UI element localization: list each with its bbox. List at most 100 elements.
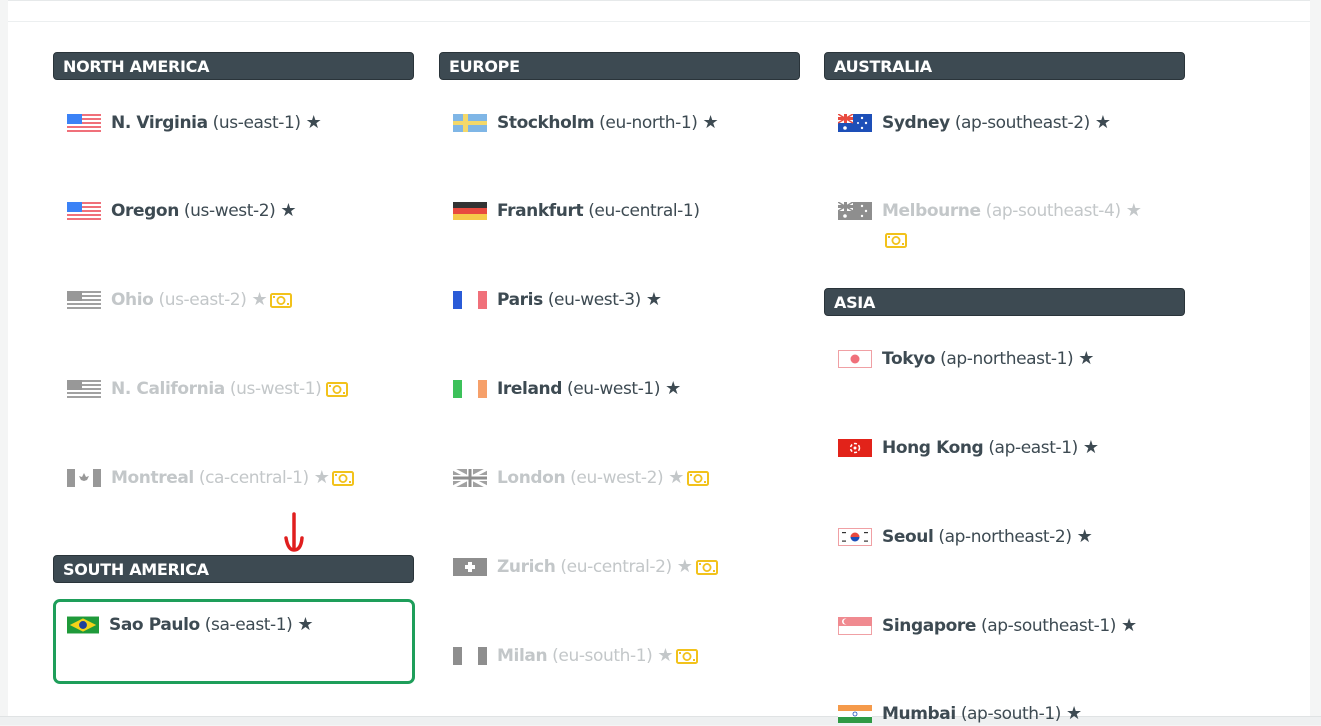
us-flag-icon	[67, 380, 101, 398]
money-icon	[326, 381, 349, 397]
star-icon: ★	[305, 112, 322, 133]
region-stockholm[interactable]: Stockholm (eu-north-1) ★	[453, 111, 721, 135]
down-arrow-annotation	[284, 512, 304, 552]
region-ohio[interactable]: Ohio (us-east-2) ★	[67, 288, 293, 312]
region-name: Milan	[497, 646, 548, 666]
region-name: Frankfurt	[497, 201, 584, 221]
region-name: Oregon	[111, 201, 179, 221]
region-london[interactable]: London (eu-west-2) ★	[453, 466, 709, 490]
section-header-north-america: NORTH AMERICA	[53, 52, 414, 80]
star-icon: ★	[1078, 348, 1095, 369]
region-n-virginia[interactable]: N. Virginia (us-east-1) ★	[67, 111, 324, 135]
region-code: (eu-central-1)	[588, 201, 700, 221]
star-icon: ★	[668, 467, 684, 488]
star-icon: ★	[1125, 200, 1142, 221]
region-code: (eu-west-1)	[567, 379, 661, 399]
region-code: (ap-southeast-1)	[980, 616, 1117, 636]
region-n-california[interactable]: N. California (us-west-1)	[67, 377, 349, 401]
star-icon: ★	[645, 289, 662, 310]
section-header-europe: EUROPE	[439, 52, 800, 80]
region-code: (sa-east-1)	[204, 615, 293, 635]
region-name: Paris	[497, 290, 543, 310]
region-sao-paulo[interactable]: Sao Paulo (sa-east-1) ★	[67, 613, 316, 637]
star-icon: ★	[313, 467, 330, 488]
region-mumbai[interactable]: Mumbai (ap-south-1) ★	[838, 702, 1085, 726]
region-code: (ap-southeast-4)	[985, 201, 1121, 221]
australia-flag-icon	[838, 114, 872, 132]
south-korea-flag-icon	[838, 528, 872, 546]
germany-flag-icon	[453, 202, 487, 220]
region-code: (us-west-1)	[229, 379, 322, 399]
singapore-flag-icon	[838, 617, 872, 635]
region-melbourne[interactable]: Melbourne (ap-southeast-4) ★	[838, 199, 1144, 223]
region-code: (us-east-2)	[158, 290, 247, 310]
region-name: Hong Kong	[882, 438, 984, 458]
region-name: Mumbai	[882, 704, 956, 724]
us-flag-icon	[67, 202, 101, 220]
region-seoul[interactable]: Seoul (ap-northeast-2) ★	[838, 525, 1095, 549]
india-flag-icon	[838, 705, 872, 723]
region-name: Melbourne	[882, 201, 981, 221]
region-code: (ap-southeast-2)	[954, 113, 1090, 133]
region-hong-kong[interactable]: Hong Kong (ap-east-1) ★	[838, 436, 1102, 460]
region-zurich[interactable]: Zurich (eu-central-2) ★	[453, 555, 718, 579]
region-tokyo[interactable]: Tokyo (ap-northeast-1) ★	[838, 347, 1097, 371]
region-code: (eu-west-2)	[570, 468, 664, 488]
region-code: (ap-south-1)	[960, 704, 1062, 724]
us-flag-icon	[67, 114, 101, 132]
star-icon: ★	[665, 378, 681, 399]
star-icon: ★	[1082, 437, 1099, 458]
section-header-south-america: SOUTH AMERICA	[53, 555, 414, 583]
money-icon	[885, 233, 907, 248]
region-montreal[interactable]: Montreal (ca-central-1) ★	[67, 466, 355, 490]
region-code: (us-west-2)	[183, 201, 276, 221]
region-name: Zurich	[497, 557, 556, 577]
star-icon: ★	[1066, 703, 1082, 724]
france-flag-icon	[453, 291, 487, 309]
money-icon	[332, 470, 355, 486]
region-code: (ap-northeast-1)	[940, 349, 1074, 369]
selected-region-outline	[53, 599, 415, 684]
ireland-flag-icon	[453, 380, 487, 398]
region-name: London	[497, 468, 566, 488]
section-header-australia: AUSTRALIA	[824, 52, 1185, 80]
japan-flag-icon	[838, 350, 872, 368]
region-code: (ca-central-1)	[198, 468, 309, 488]
region-paris[interactable]: Paris (eu-west-3) ★	[453, 288, 665, 312]
star-icon: ★	[251, 289, 268, 310]
us-flag-icon	[67, 291, 101, 309]
star-icon: ★	[280, 200, 297, 221]
region-milan[interactable]: Milan (eu-south-1) ★	[453, 644, 699, 668]
star-icon: ★	[1076, 526, 1093, 547]
region-name: Ohio	[111, 290, 154, 310]
australia-flag-icon	[838, 202, 872, 220]
money-icon	[270, 292, 293, 308]
region-name: Singapore	[882, 616, 976, 636]
region-frankfurt[interactable]: Frankfurt (eu-central-1)	[453, 199, 705, 223]
region-name: Seoul	[882, 527, 934, 547]
uk-flag-icon	[453, 469, 487, 487]
region-code: (ap-northeast-2)	[938, 527, 1072, 547]
brazil-flag-icon	[67, 616, 99, 634]
divider	[8, 21, 1310, 22]
region-name: N. California	[111, 379, 225, 399]
region-ireland[interactable]: Ireland (eu-west-1) ★	[453, 377, 684, 401]
region-sydney[interactable]: Sydney (ap-southeast-2) ★	[838, 111, 1114, 135]
region-code: (eu-north-1)	[599, 113, 698, 133]
region-name: Stockholm	[497, 113, 595, 133]
region-name: N. Virginia	[111, 113, 208, 133]
region-name: Sydney	[882, 113, 950, 133]
money-icon	[695, 559, 718, 575]
region-oregon[interactable]: Oregon (us-west-2) ★	[67, 199, 299, 223]
star-icon: ★	[297, 614, 314, 635]
star-icon: ★	[657, 645, 674, 666]
switzerland-flag-icon	[453, 558, 487, 576]
money-icon	[687, 470, 709, 486]
region-code: (eu-south-1)	[552, 646, 653, 666]
region-name: Ireland	[497, 379, 563, 399]
star-icon: ★	[1094, 112, 1111, 133]
money-icon	[676, 648, 699, 664]
sweden-flag-icon	[453, 114, 487, 132]
region-singapore[interactable]: Singapore (ap-southeast-1) ★	[838, 614, 1140, 638]
region-code: (us-east-1)	[212, 113, 301, 133]
